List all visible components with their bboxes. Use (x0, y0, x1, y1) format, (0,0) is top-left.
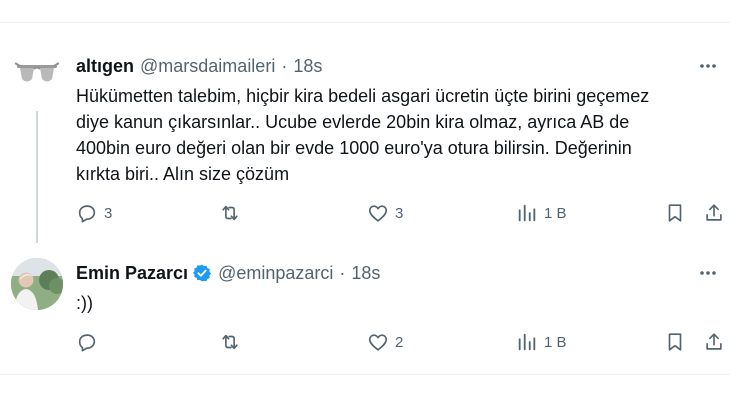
divider (0, 22, 730, 23)
bookmark-button[interactable] (664, 198, 686, 228)
tweet-header: Emin Pazarcı @eminpazarci · 18s (76, 262, 380, 284)
views-button[interactable]: 1 B (516, 198, 567, 228)
bookmark-icon (664, 331, 686, 353)
more-icon[interactable] (698, 263, 718, 283)
views-button[interactable]: 1 B (516, 327, 567, 357)
tweet-thread: altıgen @marsdaimaileri · 18s Hükümetten… (0, 0, 730, 420)
reply-icon (76, 331, 98, 353)
avatar[interactable] (11, 51, 63, 103)
verified-badge-icon (192, 263, 212, 283)
reply-count: 3 (104, 204, 113, 222)
action-bar: 3 3 1 B (76, 198, 722, 228)
like-icon (367, 202, 389, 224)
repost-button[interactable] (219, 198, 247, 228)
reply-icon (76, 202, 98, 224)
thread-connector (36, 111, 38, 243)
share-icon (703, 331, 725, 353)
reply-button[interactable] (76, 327, 104, 357)
views-count: 1 B (544, 333, 567, 351)
share-icon (703, 202, 725, 224)
bookmark-icon (664, 202, 686, 224)
like-count: 3 (395, 204, 404, 222)
separator: · (281, 55, 288, 76)
like-count: 2 (395, 333, 404, 351)
action-bar: 2 1 B (76, 327, 722, 357)
repost-icon (219, 331, 241, 353)
more-icon[interactable] (698, 56, 718, 76)
views-icon (516, 202, 538, 224)
bookmark-button[interactable] (664, 327, 686, 357)
views-count: 1 B (544, 204, 567, 222)
timestamp[interactable]: 18s (293, 56, 322, 77)
share-button[interactable] (703, 327, 725, 357)
views-icon (516, 331, 538, 353)
username[interactable]: @marsdaimaileri (140, 56, 275, 77)
timestamp[interactable]: 18s (351, 263, 380, 284)
repost-icon (219, 202, 241, 224)
person-photo-avatar-icon (11, 258, 63, 310)
divider (0, 374, 730, 375)
display-name[interactable]: altıgen (76, 56, 134, 77)
tweet-text: Hükümetten talebim, hiçbir kira bedeli a… (76, 86, 650, 184)
reply-button[interactable]: 3 (76, 198, 112, 228)
share-button[interactable] (703, 198, 725, 228)
display-name[interactable]: Emin Pazarcı (76, 263, 188, 284)
avatar[interactable] (11, 258, 63, 310)
repost-button[interactable] (219, 327, 247, 357)
tweet-text: :)) (76, 293, 93, 313)
username[interactable]: @eminpazarci (218, 263, 333, 284)
like-button[interactable]: 3 (367, 198, 403, 228)
separator: · (339, 262, 346, 283)
like-button[interactable]: 2 (367, 327, 403, 357)
tweet-header: altıgen @marsdaimaileri · 18s (76, 55, 322, 77)
sunglasses-avatar-icon (14, 62, 60, 82)
like-icon (367, 331, 389, 353)
